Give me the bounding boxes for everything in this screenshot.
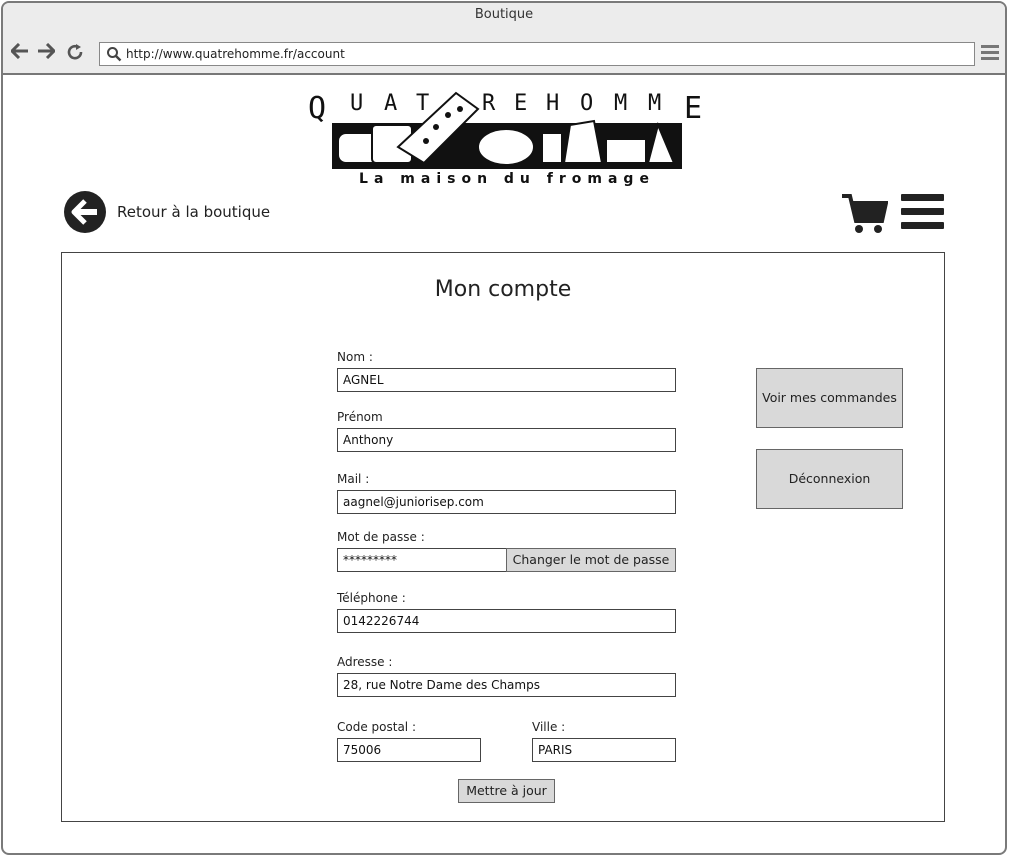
hamburger-menu-icon[interactable] bbox=[901, 194, 944, 230]
change-password-button[interactable]: Changer le mot de passe bbox=[506, 548, 676, 572]
address-bar[interactable]: http://www.quatrehomme.fr/account bbox=[99, 42, 975, 66]
view-orders-button[interactable]: Voir mes commandes bbox=[756, 368, 903, 428]
adresse-label: Adresse : bbox=[337, 655, 393, 669]
update-button[interactable]: Mettre à jour bbox=[458, 779, 555, 803]
browser-toolbar: http://www.quatrehomme.fr/account bbox=[3, 29, 1005, 75]
account-panel: Mon compte Nom : AGNEL Prénom Anthony Ma… bbox=[61, 252, 945, 822]
back-to-shop-label: Retour à la boutique bbox=[117, 203, 271, 221]
telephone-label: Téléphone : bbox=[337, 591, 406, 605]
logo-tagline: La maison du fromage bbox=[359, 171, 655, 187]
code-postal-field[interactable]: 75006 bbox=[337, 738, 481, 762]
arrow-left-circle-icon bbox=[64, 191, 106, 233]
logout-button[interactable]: Déconnexion bbox=[756, 449, 903, 509]
password-label: Mot de passe : bbox=[337, 530, 425, 544]
nom-label: Nom : bbox=[337, 350, 373, 364]
window-title: Boutique bbox=[3, 3, 1005, 29]
quatrehomme-logo: Q U A T R E H O M M E La maison du froma… bbox=[306, 87, 708, 189]
logo-wordmark: Q U A T R E H O M M E bbox=[308, 91, 703, 126]
ville-label: Ville : bbox=[532, 720, 566, 734]
nom-field[interactable]: AGNEL bbox=[337, 368, 676, 392]
password-field[interactable]: ********* bbox=[337, 548, 507, 572]
search-icon bbox=[107, 47, 122, 62]
mail-label: Mail : bbox=[337, 472, 370, 486]
cart-icon[interactable] bbox=[840, 193, 889, 235]
prenom-label: Prénom bbox=[337, 410, 383, 424]
reload-icon[interactable] bbox=[66, 43, 84, 63]
telephone-field[interactable]: 0142226744 bbox=[337, 609, 676, 633]
arrow-left-icon[interactable] bbox=[9, 42, 29, 61]
code-postal-label: Code postal : bbox=[337, 720, 416, 734]
ville-field[interactable]: PARIS bbox=[532, 738, 676, 762]
browser-window: Boutique http://www.quatrehomme.fr/accou… bbox=[1, 1, 1007, 855]
adresse-field[interactable]: 28, rue Notre Dame des Champs bbox=[337, 673, 676, 697]
prenom-field[interactable]: Anthony bbox=[337, 428, 676, 452]
browser-menu-icon[interactable] bbox=[981, 45, 999, 61]
arrow-right-icon[interactable] bbox=[37, 42, 57, 61]
mail-field[interactable]: aagnel@juniorisep.com bbox=[337, 490, 676, 514]
back-to-shop-link[interactable]: Retour à la boutique bbox=[64, 190, 270, 234]
url-text: http://www.quatrehomme.fr/account bbox=[126, 47, 345, 61]
page-title: Mon compte bbox=[434, 277, 572, 302]
